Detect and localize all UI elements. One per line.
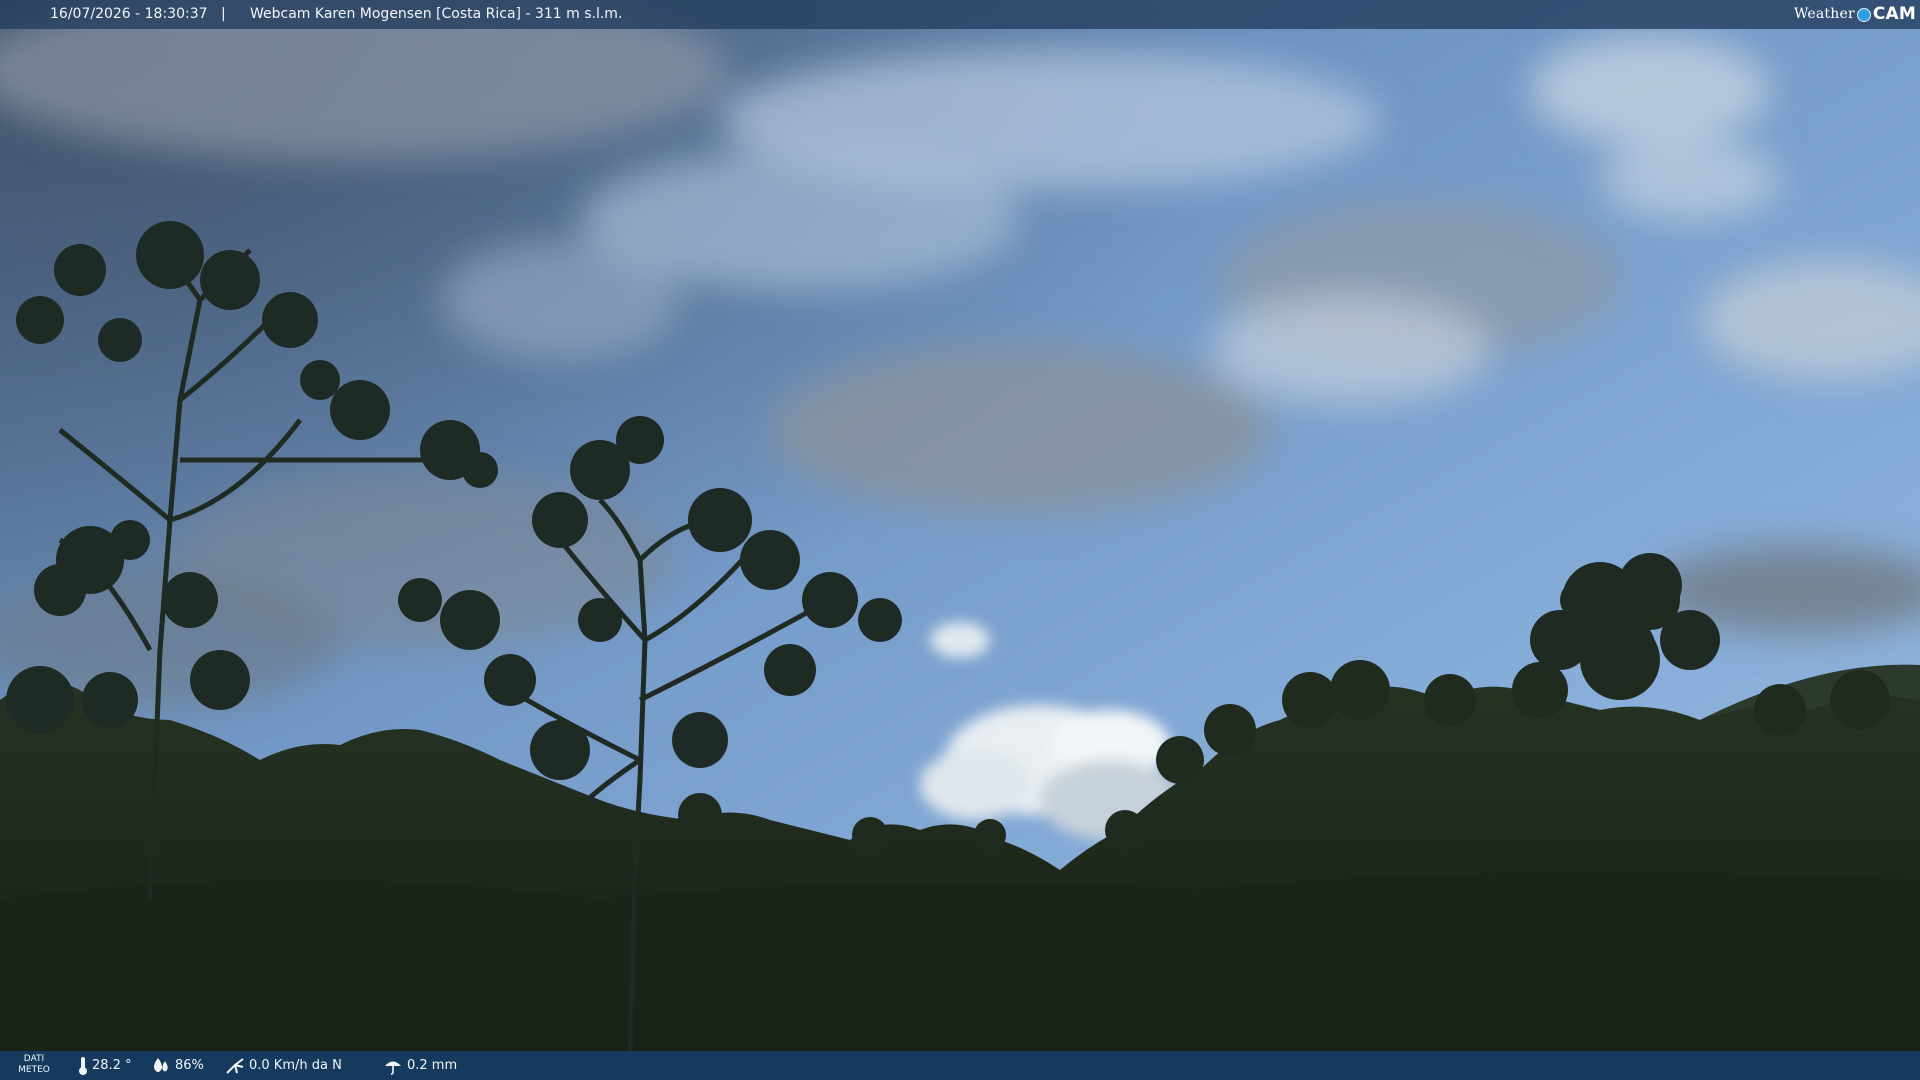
- temperature-reading: 28.2 °: [78, 1051, 132, 1080]
- rain-reading: 0.2 mm: [383, 1051, 457, 1080]
- rain-value: 0.2 mm: [407, 1058, 458, 1073]
- webcam-title: Webcam Karen Mogensen [Costa Rica] - 311…: [250, 6, 623, 22]
- temperature-value: 28.2 °: [92, 1058, 132, 1073]
- humidity-reading: 86%: [151, 1051, 204, 1080]
- top-info-bar: 16/07/2026 - 18:30:37 | Webcam Karen Mog…: [0, 0, 1920, 29]
- weathercam-logo-icon: [1856, 7, 1871, 22]
- logo-text-cam: CAM: [1872, 4, 1916, 24]
- logo-text-weather: Weather: [1793, 6, 1855, 22]
- weathercam-logo: Weather CAM: [1794, 0, 1916, 29]
- humidity-value: 86%: [175, 1058, 204, 1073]
- bottom-weather-bar: DATI METEO 28.2 ° 86% 0.0 Km/h da N 0.2 …: [0, 1051, 1920, 1080]
- wind-reading: 0.0 Km/h da N: [225, 1051, 342, 1080]
- webcam-image: [0, 0, 1920, 1080]
- separator: |: [221, 6, 226, 22]
- thermometer-icon: [79, 1056, 87, 1075]
- rain-icon: [385, 1061, 401, 1075]
- timestamp: 16/07/2026 - 18:30:37: [50, 6, 208, 22]
- webcam-frame: 16/07/2026 - 18:30:37 | Webcam Karen Mog…: [0, 0, 1920, 1080]
- wind-icon: [226, 1057, 244, 1074]
- weather-data-label: DATI METEO: [18, 1054, 50, 1075]
- humidity-icon: [154, 1057, 168, 1072]
- wind-value: 0.0 Km/h da N: [249, 1058, 342, 1073]
